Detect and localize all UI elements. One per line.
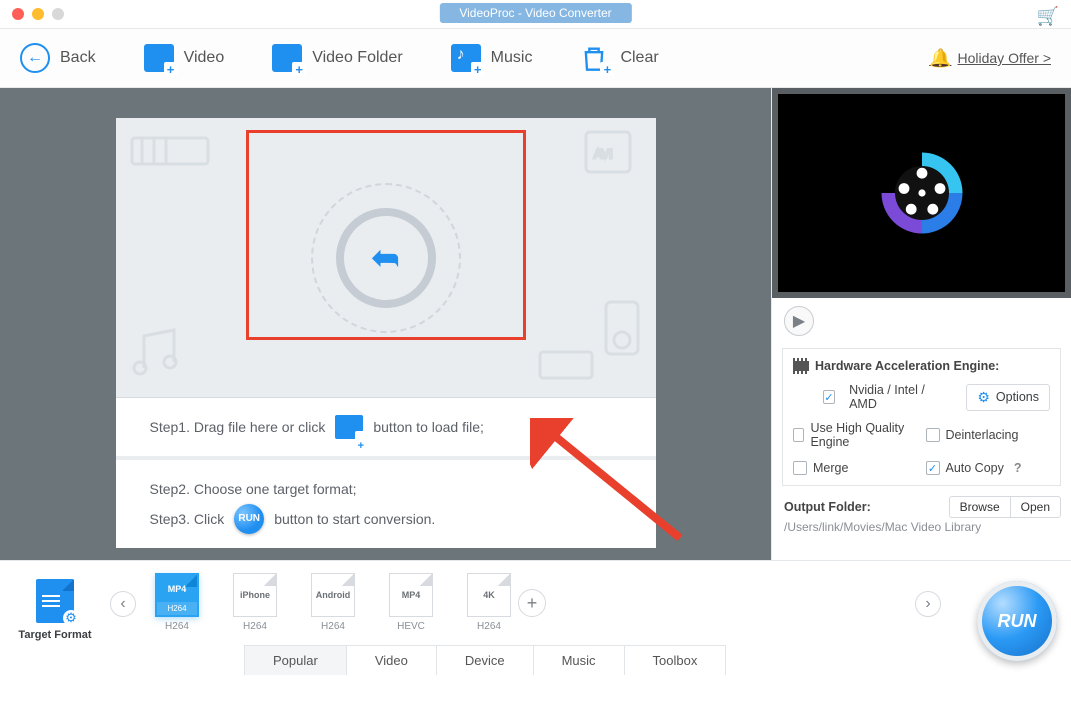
merge-label: Merge: [813, 461, 848, 475]
play-button[interactable]: ▶: [784, 306, 814, 336]
tab-device[interactable]: Device: [436, 645, 534, 675]
holiday-offer-link[interactable]: 🔔 Holiday Offer >: [929, 48, 1051, 69]
step2-text: Step2. Choose one target format;: [150, 474, 357, 504]
chip-icon: [793, 361, 809, 371]
high-quality-label: Use High Quality Engine: [810, 421, 917, 449]
step3-text-a: Step3. Click: [150, 504, 225, 534]
nvidia-intel-amd-label: Nvidia / Intel / AMD: [849, 383, 938, 411]
options-label: Options: [996, 390, 1039, 404]
ghost-filmstrip-icon: [130, 136, 210, 181]
formats-next-button[interactable]: ›: [915, 591, 941, 617]
high-quality-checkbox[interactable]: [793, 428, 804, 442]
step1-text-b: button to load file;: [373, 412, 484, 442]
ghost-ipod-icon: [600, 298, 644, 363]
formats-prev-button[interactable]: ‹: [110, 591, 136, 617]
annotation-box: [246, 130, 526, 340]
mini-run-icon: RUN: [234, 504, 264, 534]
format-mp4-h264[interactable]: MP4H264H264: [148, 573, 206, 632]
tab-toolbox[interactable]: Toolbox: [624, 645, 727, 675]
browse-button[interactable]: Browse: [949, 496, 1010, 518]
nvidia-intel-amd-checkbox[interactable]: [823, 390, 835, 404]
add-video-folder-button[interactable]: Video Folder: [272, 44, 402, 72]
output-folder-label: Output Folder:: [784, 500, 871, 514]
format-iphone-h264[interactable]: iPhoneH264: [226, 573, 284, 632]
ghost-avi-icon: AVI: [582, 128, 642, 183]
close-window-button[interactable]: [12, 8, 24, 20]
add-video-folder-label: Video Folder: [312, 49, 402, 67]
add-format-button[interactable]: +: [518, 589, 546, 617]
svg-text:AVI: AVI: [594, 147, 612, 161]
video-plus-icon: [144, 44, 174, 72]
back-arrow-icon: ←: [20, 43, 50, 73]
folder-plus-icon: [272, 44, 302, 72]
add-music-label: Music: [491, 49, 533, 67]
format-mp4-hevc[interactable]: MP4HEVC: [382, 573, 440, 632]
gear-icon: ⚙: [977, 389, 990, 406]
cart-icon[interactable]: 🛒: [1037, 6, 1059, 27]
window-title: VideoProc - Video Converter: [439, 3, 631, 23]
clear-label: Clear: [620, 49, 658, 67]
auto-copy-help-icon[interactable]: ?: [1014, 461, 1022, 475]
tab-video[interactable]: Video: [346, 645, 437, 675]
ghost-music-icon: [126, 324, 186, 389]
deinterlacing-label: Deinterlacing: [946, 428, 1019, 442]
merge-checkbox[interactable]: [793, 461, 807, 475]
mini-video-plus-icon: [335, 415, 363, 439]
preview-area: [772, 88, 1071, 298]
options-button[interactable]: ⚙ Options: [966, 384, 1050, 411]
clear-button[interactable]: Clear: [580, 44, 658, 72]
zoom-window-button: [52, 8, 64, 20]
step1-text-a: Step1. Drag file here or click: [150, 412, 326, 442]
step3-text-b: button to start conversion.: [274, 504, 435, 534]
add-video-button[interactable]: Video: [144, 44, 225, 72]
target-format-icon[interactable]: [36, 579, 74, 623]
bell-icon: 🔔: [929, 48, 951, 69]
target-format-label: Target Format: [0, 629, 110, 641]
minimize-window-button[interactable]: [32, 8, 44, 20]
ghost-display-icon: [536, 348, 596, 393]
back-button[interactable]: ← Back: [20, 43, 96, 73]
deinterlacing-checkbox[interactable]: [926, 428, 940, 442]
add-video-label: Video: [184, 49, 225, 67]
add-music-button[interactable]: Music: [451, 44, 533, 72]
format-4k-h264[interactable]: 4KH264: [460, 573, 518, 632]
open-button[interactable]: Open: [1010, 496, 1061, 518]
format-android-h264[interactable]: AndroidH264: [304, 573, 362, 632]
auto-copy-checkbox[interactable]: [926, 461, 940, 475]
auto-copy-label: Auto Copy: [946, 461, 1004, 475]
run-button[interactable]: RUN: [977, 581, 1057, 661]
hardware-accel-panel: Hardware Acceleration Engine: Nvidia / I…: [782, 348, 1061, 486]
back-label: Back: [60, 49, 96, 67]
holiday-offer-label: Holiday Offer >: [957, 50, 1051, 66]
music-plus-icon: [451, 44, 481, 72]
tab-popular[interactable]: Popular: [244, 645, 347, 675]
trash-icon: [580, 44, 610, 72]
hw-title: Hardware Acceleration Engine:: [815, 359, 999, 373]
drop-zone[interactable]: AVI ➦: [116, 118, 656, 398]
output-folder-path: /Users/link/Movies/Mac Video Library: [772, 520, 1071, 544]
tab-music[interactable]: Music: [533, 645, 625, 675]
logo-reel-icon: [877, 148, 967, 238]
